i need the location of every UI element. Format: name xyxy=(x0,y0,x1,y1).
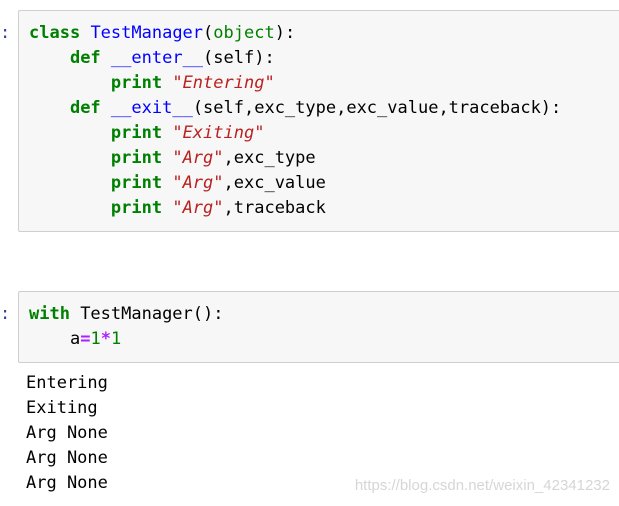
name-token: __exit__ xyxy=(110,98,193,118)
code-line: with TestManager(): xyxy=(29,302,619,327)
code-cell-with-statement[interactable]: with TestManager(): a=1*1 xyxy=(18,291,619,363)
keyword-token: with xyxy=(29,304,70,324)
name-token: __enter__ xyxy=(110,48,204,68)
code-line: class TestManager(object): xyxy=(29,21,619,46)
code-line: print "Entering" xyxy=(29,71,619,96)
code-token: ,exc_value xyxy=(223,173,326,193)
operator-token: = xyxy=(80,329,91,349)
output-line: Exiting xyxy=(26,398,98,418)
code-line: print "Arg",exc_type xyxy=(29,146,619,171)
keyword-token: print xyxy=(110,148,163,168)
code-line: def __enter__(self): xyxy=(29,46,619,71)
string-token: "Arg" xyxy=(172,173,224,193)
number-token: 1 xyxy=(90,329,101,349)
code-token: ): xyxy=(274,23,296,43)
code-token: (self): xyxy=(203,48,275,68)
code-token: (self,exc_type,exc_value,traceback): xyxy=(192,98,562,118)
keyword-token: print xyxy=(110,73,163,93)
code-line: def __exit__(self,exc_type,exc_value,tra… xyxy=(29,96,619,121)
cell-prompt: : xyxy=(0,304,11,324)
code-line: print "Arg",exc_value xyxy=(29,171,619,196)
output-line: Arg None xyxy=(26,473,108,493)
code-line: a=1*1 xyxy=(29,327,619,352)
keyword-token: print xyxy=(110,173,163,193)
code-token: TestManager(): xyxy=(69,304,224,324)
cell-output: Entering Exiting Arg None Arg None Arg N… xyxy=(26,371,108,496)
keyword-token: class xyxy=(29,23,81,43)
output-line: Arg None xyxy=(26,448,108,468)
code-token: a xyxy=(29,329,81,349)
code-line: print "Exiting" xyxy=(29,121,619,146)
output-line: Arg None xyxy=(26,423,108,443)
keyword-token: print xyxy=(110,198,163,218)
code-token: ,exc_type xyxy=(223,148,316,168)
string-token: "Arg" xyxy=(172,148,224,168)
cell-prompt: : xyxy=(0,23,11,43)
keyword-token: print xyxy=(110,123,163,143)
keyword-token: def xyxy=(69,48,101,68)
code-token: ,traceback xyxy=(223,198,326,218)
code-token: ( xyxy=(203,23,214,43)
string-token: "Arg" xyxy=(172,198,224,218)
keyword-token: def xyxy=(69,98,101,118)
string-token: "Entering" xyxy=(172,73,275,93)
output-line: Entering xyxy=(26,373,108,393)
string-token: "Exiting" xyxy=(172,123,265,143)
code-line: print "Arg",traceback xyxy=(29,196,619,221)
operator-token: * xyxy=(100,329,111,349)
code-cell-class-definition[interactable]: class TestManager(object): def __enter__… xyxy=(18,10,619,232)
builtin-token: object xyxy=(213,23,275,43)
name-token: TestManager xyxy=(90,23,204,43)
number-token: 1 xyxy=(110,329,122,349)
watermark: https://blog.csdn.net/weixin_42341232 xyxy=(354,477,610,494)
